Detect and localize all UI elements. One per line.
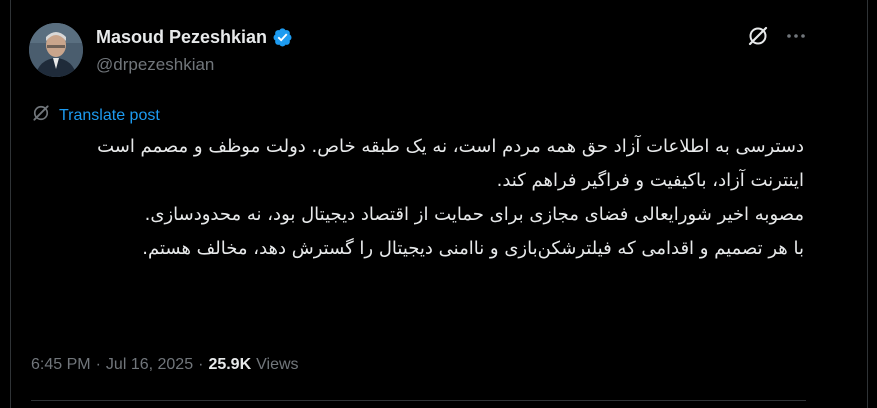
- translate-post-button[interactable]: Translate post: [31, 103, 160, 128]
- post-date[interactable]: Jul 16, 2025: [106, 355, 193, 375]
- divider: [31, 400, 806, 401]
- author-handle[interactable]: @drpezeshkian: [96, 54, 214, 76]
- timeline-right-border: [867, 0, 868, 408]
- post-paragraph-3: با هر تصمیم و اقدامی که فیلترشکن‌بازی و …: [142, 238, 804, 259]
- meta-separator-2: ·: [198, 356, 204, 373]
- verified-badge-icon: [272, 27, 293, 48]
- tweet-detail: Masoud Pezeshkian @drpezeshkian Translat…: [0, 0, 877, 408]
- author-name-row: Masoud Pezeshkian: [96, 26, 293, 48]
- more-button[interactable]: [782, 24, 810, 52]
- translate-icon: [31, 103, 51, 128]
- grok-icon: [746, 24, 770, 53]
- post-meta: 6:45 PM · Jul 16, 2025 · 25.9K Views: [31, 355, 299, 375]
- post-time[interactable]: 6:45 PM: [31, 355, 91, 375]
- author-name[interactable]: Masoud Pezeshkian: [96, 26, 267, 48]
- post-text: دسترسی به اطلاعات آزاد حق همه مردم است، …: [40, 130, 804, 266]
- post-paragraph-1: دسترسی به اطلاعات آزاد حق همه مردم است، …: [97, 136, 804, 191]
- post-paragraph-2: مصوبه اخیر شورایعالی فضای مجازی برای حما…: [144, 204, 804, 225]
- timeline-left-border: [10, 0, 11, 408]
- more-icon: [785, 25, 807, 52]
- avatar[interactable]: [29, 23, 83, 77]
- views-label: Views: [256, 356, 299, 373]
- translate-post-label[interactable]: Translate post: [59, 106, 160, 126]
- grok-button[interactable]: [744, 24, 772, 52]
- views-count[interactable]: 25.9K: [208, 355, 251, 375]
- meta-separator-1: ·: [95, 356, 101, 373]
